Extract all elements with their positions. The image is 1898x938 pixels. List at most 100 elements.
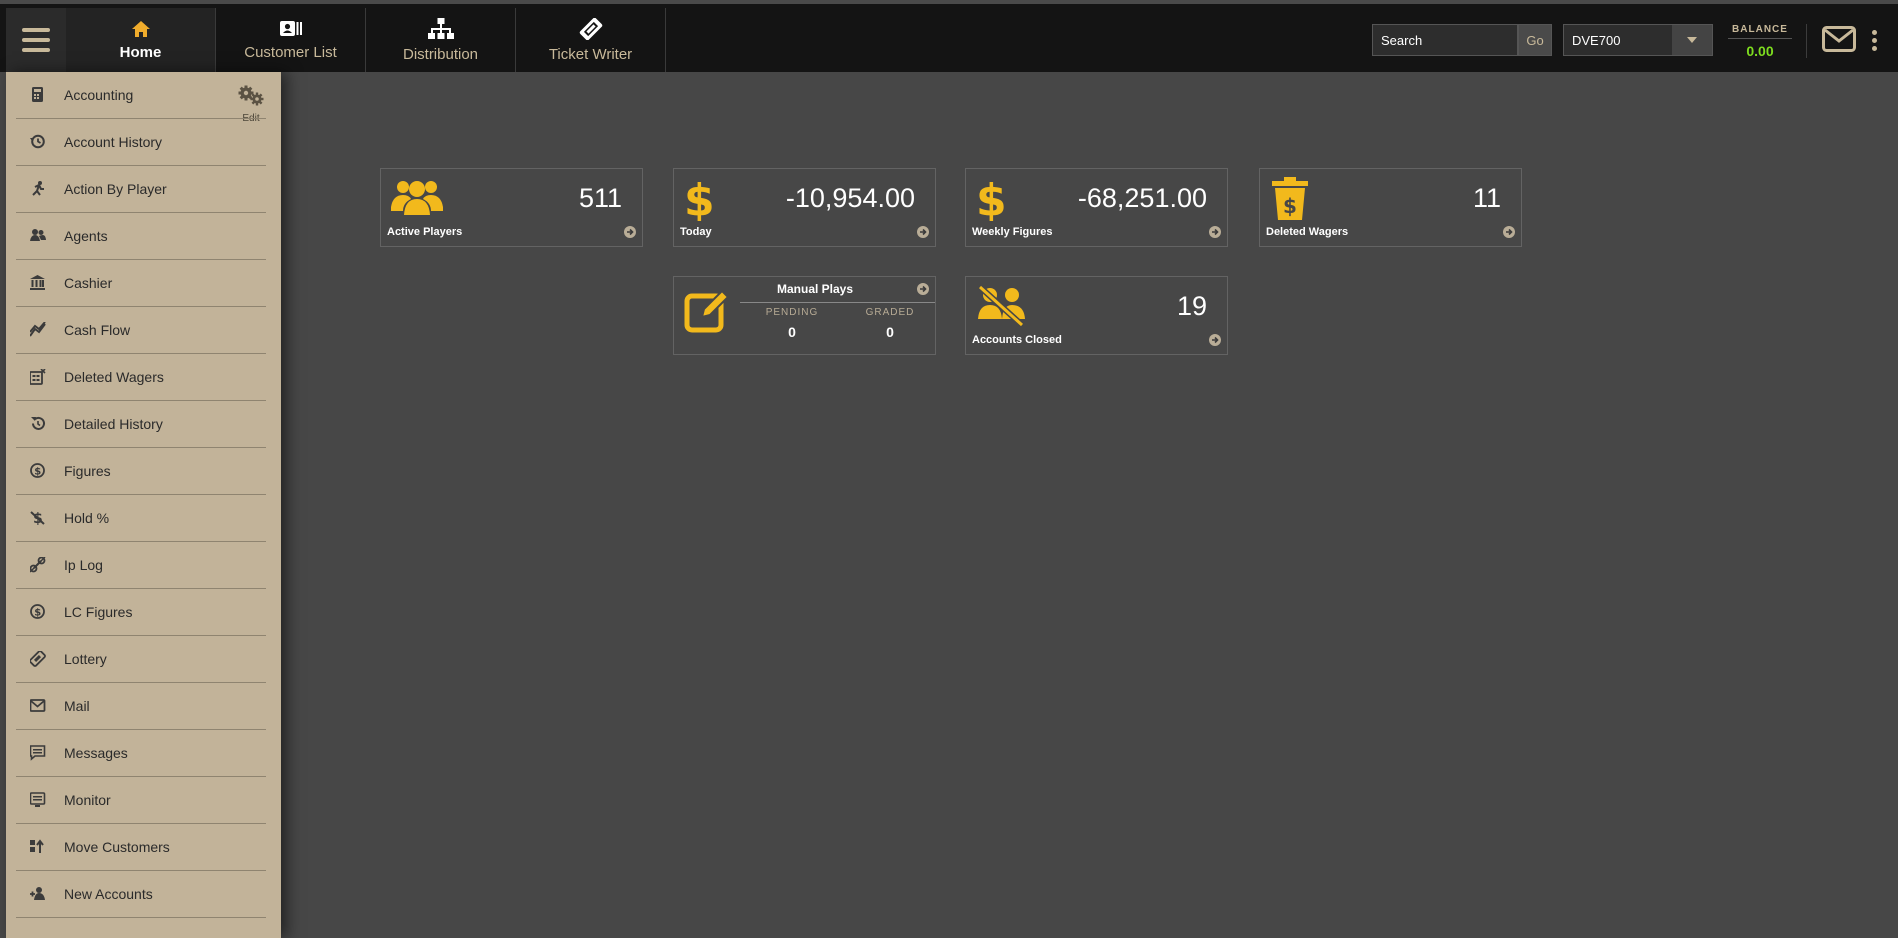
deleted-list-icon [30,369,46,385]
arrow-circle-right-icon [1503,226,1515,238]
more-options-icon[interactable] [1872,30,1877,54]
sidebar-item-label: Cash Flow [64,322,131,338]
running-icon [32,181,44,196]
nav-home-label: Home [119,43,162,61]
card-deleted-wagers[interactable]: $ 11 Deleted Wagers [1259,168,1522,247]
users-slash-icon [977,285,1025,327]
move-icon [30,839,44,853]
sidebar-item-ip-log[interactable]: Ip Log [16,542,266,589]
chevron-down-icon [1672,25,1712,55]
nav-ticket-writer[interactable]: Ticket Writer [516,8,666,72]
ticket-icon [30,651,46,667]
sidebar-item-label: Accounting [64,87,134,103]
user-plus-icon [30,887,45,900]
sidebar-item-accounting[interactable]: Accounting [16,72,266,119]
sidebar-item-label: Ip Log [64,557,103,573]
balance-title: BALANCE [1728,24,1792,39]
envelope-icon [30,699,46,712]
arrow-circle-right-icon [1209,334,1221,346]
envelope-icon[interactable] [1822,26,1856,57]
sidebar-item-label: Account History [64,134,163,150]
card-active-players[interactable]: 511 Active Players [380,168,643,247]
users-icon [30,229,46,241]
manual-plays-graded: GRADED 0 [840,307,940,340]
sidebar-item-label: Action By Player [64,181,167,197]
arrow-circle-right-icon [917,283,929,295]
search-input[interactable] [1372,24,1518,56]
sidebar-item-messages[interactable]: Messages [16,730,266,777]
sidebar-item-mail[interactable]: Mail [16,683,266,730]
bank-icon [30,275,45,290]
top-bar: Home Customer List Distribution Ticket W… [0,0,1898,72]
dollar-slash-icon: $ [30,511,45,526]
dollar-sign-icon: $ [684,177,714,221]
sidebar-item-lc-figures[interactable]: $ LC Figures [16,589,266,636]
weekly-figures-value: -68,251.00 [1077,183,1207,213]
sidebar-item-lottery[interactable]: Lottery [16,636,266,683]
sidebar-item-account-history[interactable]: Account History [16,119,266,166]
sidebar-item-move-customers[interactable]: Move Customers [16,824,266,871]
card-weekly-figures[interactable]: $ -68,251.00 Weekly Figures [965,168,1228,247]
card-accounts-closed[interactable]: 19 Accounts Closed [965,276,1228,355]
active-players-label: Active Players [387,226,463,238]
accounts-closed-value: 19 [1176,291,1207,321]
pending-label: PENDING [765,307,819,318]
sidebar-item-label: Detailed History [64,416,163,432]
sidebar-item-action-by-player[interactable]: Action By Player [16,166,266,213]
hamburger-menu-button[interactable] [6,8,66,72]
sidebar-item-hold[interactable]: $ Hold % [16,495,266,542]
manual-plays-pending: PENDING 0 [742,307,842,340]
graded-label: GRADED [865,307,915,318]
account-select[interactable]: DVE700 [1563,24,1713,56]
search-go-button[interactable]: Go [1518,24,1552,56]
sidebar-item-label: Deleted Wagers [64,369,164,385]
svg-text:$: $ [34,467,41,478]
history-icon [30,134,45,149]
deleted-wagers-value: 11 [1472,183,1501,213]
home-icon [131,20,150,37]
nav-distribution[interactable]: Distribution [366,8,516,72]
nav-distribution-label: Distribution [402,45,479,63]
chart-line-icon [30,322,46,337]
id-card-icon [279,20,302,36]
svg-text:$: $ [34,608,41,619]
dollar-sign-icon: $ [976,177,1006,221]
card-today[interactable]: $ -10,954.00 Today [673,168,936,247]
sidebar-item-label: LC Figures [64,604,133,620]
pending-value: 0 [788,324,796,340]
sidebar-item-label: Messages [64,745,128,761]
card-manual-plays[interactable]: Manual Plays PENDING 0 GRADED 0 [673,276,936,355]
sidebar-item-deleted-wagers[interactable]: Deleted Wagers [16,354,266,401]
sitemap-icon [427,17,454,39]
active-players-value: 511 [578,183,622,213]
sidebar-item-label: Lottery [64,651,107,667]
trash-dollar-icon: $ [1272,177,1308,220]
undo-icon [31,416,45,430]
sidebar-item-cash-flow[interactable]: Cash Flow [16,307,266,354]
sidebar-item-monitor[interactable]: Monitor [16,777,266,824]
arrow-circle-right-icon [624,226,636,238]
dollar-circle-icon: $ [30,604,45,619]
nav-customer-list-label: Customer List [244,43,337,61]
svg-text:$: $ [976,177,1006,221]
nav-customer-list[interactable]: Customer List [216,8,366,72]
sidebar-item-label: Mail [64,698,90,714]
deleted-wagers-label: Deleted Wagers [1266,226,1349,238]
monitor-icon [30,792,46,807]
sidebar-item-agents[interactable]: Agents [16,213,266,260]
ticket-icon [579,17,602,40]
sidebar-item-cashier[interactable]: Cashier [16,260,266,307]
users-icon [391,181,443,215]
sidebar-item-new-accounts[interactable]: New Accounts [16,871,266,918]
nav-home[interactable]: Home [66,8,216,72]
accounts-closed-label: Accounts Closed [972,334,1062,346]
today-label: Today [680,226,712,238]
sidebar-item-detailed-history[interactable]: Detailed History [16,401,266,448]
sidebar-item-label: New Accounts [64,886,153,902]
edit-pencil-icon [684,289,730,333]
today-value: -10,954.00 [785,183,915,213]
sidebar-menu: Edit Accounting Account History Action By … [6,72,281,938]
balance-display: BALANCE 0.00 [1728,24,1792,59]
sidebar-item-figures[interactable]: $ Figures [16,448,266,495]
search-go-label: Go [1526,32,1544,48]
